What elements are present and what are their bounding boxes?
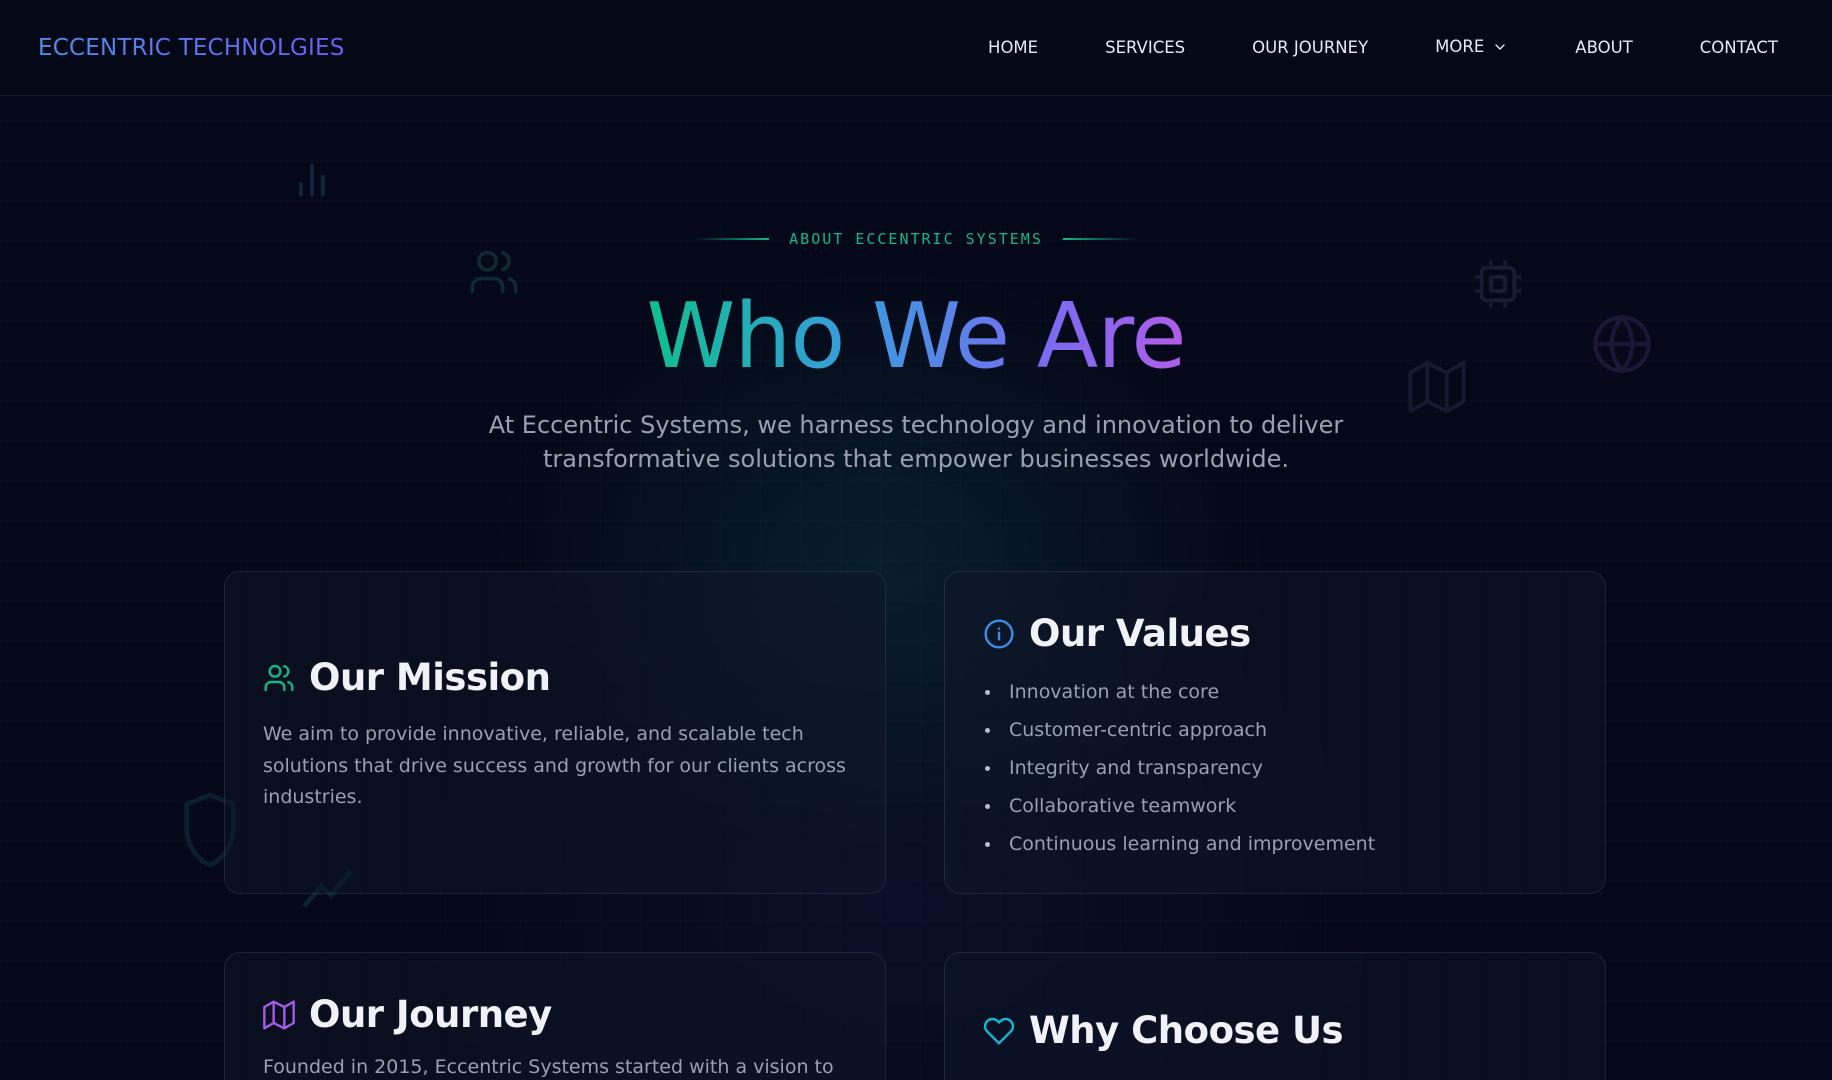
nav-home-link[interactable]: HOME: [988, 38, 1038, 57]
values-card: Our Values Innovation at the core Custom…: [944, 571, 1606, 894]
journey-card-header: Our Journey: [263, 993, 847, 1036]
nav-about-link[interactable]: ABOUT: [1575, 38, 1632, 57]
hero-title-text: Who We Are: [646, 284, 1186, 389]
list-item: Innovation at the core: [983, 673, 1567, 711]
nav-more-label: MORE: [1435, 37, 1485, 56]
background-grid: [0, 0, 1832, 1080]
journey-title: Our Journey: [309, 993, 552, 1036]
nav-more-dropdown[interactable]: MORE: [1435, 37, 1508, 56]
mission-text: We aim to provide innovative, reliable, …: [263, 723, 846, 808]
heart-icon: [983, 1017, 1015, 1045]
nav-journey-link[interactable]: OUR JOURNEY: [1252, 38, 1368, 57]
values-title: Our Values: [1029, 612, 1251, 655]
hero-subtitle: At Eccentric Systems, we harness technol…: [488, 411, 1344, 473]
nav-services-link[interactable]: SERVICES: [1105, 38, 1185, 57]
map-icon: [263, 999, 295, 1030]
why-title: Why Choose Us: [1029, 1009, 1344, 1052]
values-card-header: Our Values: [983, 612, 1567, 655]
mission-card-header: Our Mission: [263, 656, 847, 699]
nav-contact-link[interactable]: CONTACT: [1700, 38, 1778, 57]
users-icon: [264, 664, 294, 691]
mission-card: Our Mission We aim to provide innovative…: [224, 571, 886, 894]
info-icon: [984, 618, 1014, 649]
list-item: Integrity and transparency: [983, 749, 1567, 787]
nav-contact-label: CONTACT: [1699, 38, 1778, 57]
nav-services-label: SERVICES: [1105, 38, 1186, 57]
nav-journey-label: OUR JOURNEY: [1252, 38, 1369, 57]
journey-text: Founded in 2015, Eccentric Systems start…: [263, 1056, 834, 1078]
hero-eyebrow: ABOUT ECCENTRIC SYSTEMS: [0, 230, 1832, 248]
list-item: Continuous learning and improvement: [983, 825, 1567, 863]
list-item: Collaborative teamwork: [983, 787, 1567, 825]
hero-title: Who We Are: [0, 284, 1832, 389]
journey-card: Our Journey Founded in 2015, Eccentric S…: [224, 952, 886, 1080]
why-card-header: Why Choose Us: [983, 1009, 1567, 1052]
nav-about-label: ABOUT: [1575, 38, 1633, 57]
eyebrow-text: ABOUT ECCENTRIC SYSTEMS: [789, 230, 1043, 248]
values-list: Innovation at the core Customer-centric …: [983, 673, 1567, 863]
nav-home-label: HOME: [988, 38, 1039, 57]
top-navbar: ECCENTRIC TECHNOLGIES HOME SERVICES OUR …: [0, 0, 1832, 96]
mission-title: Our Mission: [309, 656, 551, 699]
nav-links: HOME SERVICES OUR JOURNEY MORE ABOUT CON…: [921, 37, 1778, 57]
brand-logo[interactable]: ECCENTRIC TECHNOLGIES: [38, 35, 345, 61]
eyebrow-line-left: [693, 238, 770, 240]
chevron-down-icon: [1495, 43, 1505, 50]
why-card: Why Choose Us: [944, 952, 1606, 1080]
list-item: Customer-centric approach: [983, 711, 1567, 749]
eyebrow-line-right: [1062, 238, 1139, 240]
bar-chart-icon: [299, 163, 325, 197]
